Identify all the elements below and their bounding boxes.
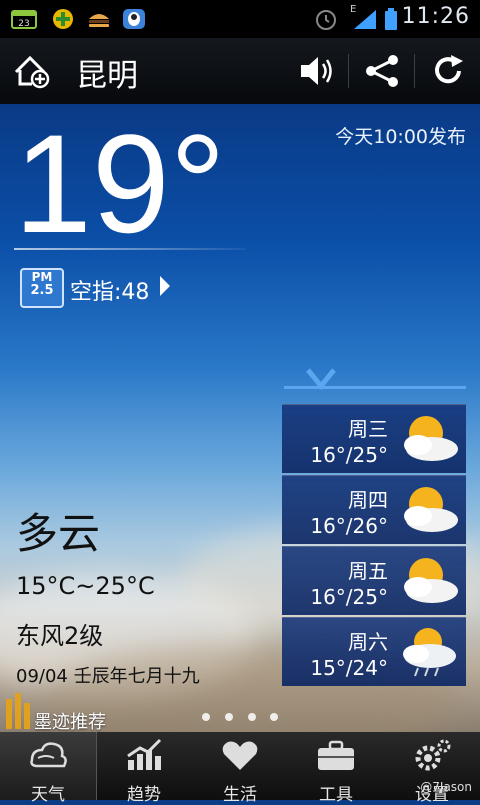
page-dot	[248, 713, 256, 721]
forecast-card[interactable]: 周四 16°/26°	[282, 475, 466, 544]
forecast-card[interactable]: 周五 16°/25°	[282, 546, 466, 615]
promo-label[interactable]: 墨迹推荐	[34, 708, 106, 732]
status-bar: 23 E 11:26	[0, 0, 480, 38]
air-quality-index[interactable]: 空指:48	[70, 274, 149, 306]
publish-time: 今天10:00发布	[335, 126, 466, 148]
header-divider	[348, 54, 349, 88]
burger-icon	[86, 8, 112, 30]
signal-icon	[352, 8, 378, 30]
nav-tools[interactable]: 工具	[288, 732, 384, 805]
nav-label: 生活	[223, 785, 257, 805]
pm-badge-top: PM	[31, 270, 53, 284]
refresh-icon[interactable]	[432, 54, 466, 88]
toolbox-icon	[316, 738, 356, 772]
weather-main: 19° 今天10:00发布 PM 2.5 空指:48 多云 15°C~25°C …	[0, 104, 480, 732]
forecast-day: 周五	[348, 559, 388, 583]
page-dot	[202, 713, 210, 721]
add-city-icon[interactable]	[12, 52, 52, 90]
nav-life[interactable]: 生活	[192, 732, 288, 805]
forecast-card[interactable]: 周三 16°/25°	[282, 404, 466, 473]
forecast-day: 周三	[348, 417, 388, 441]
share-icon[interactable]	[364, 54, 400, 88]
play-arrow-icon[interactable]	[160, 276, 170, 296]
volume-icon[interactable]	[298, 54, 338, 88]
forecast-day: 周四	[348, 488, 388, 512]
weather-condition: 多云	[16, 509, 101, 558]
forecast-range: 16°/25°	[310, 585, 388, 609]
promo-logo-icon	[4, 689, 34, 729]
battery-icon	[384, 8, 398, 30]
city-name[interactable]: 昆明	[76, 50, 138, 95]
pm25-icon[interactable]: PM 2.5	[20, 268, 64, 308]
partly-cloudy-icon	[396, 482, 460, 538]
divider	[14, 248, 246, 250]
temperature-range: 15°C~25°C	[16, 572, 155, 600]
nav-label: 天气	[31, 785, 65, 805]
page-dot	[270, 713, 278, 721]
header-divider	[414, 54, 415, 88]
chevron-down-icon[interactable]	[306, 366, 336, 398]
calendar-icon: 23	[10, 8, 38, 30]
wind-info: 东风2级	[16, 622, 104, 650]
app-icon	[50, 8, 76, 30]
partly-cloudy-icon	[396, 411, 460, 467]
forecast-card[interactable]: 周六 15°/24°	[282, 617, 466, 686]
cloudy-rain-icon	[396, 624, 460, 680]
watermark: @7Jason	[420, 780, 472, 794]
status-time: 11:26	[401, 4, 470, 29]
partly-cloudy-icon	[396, 553, 460, 609]
current-temperature: 19°	[14, 105, 226, 262]
app-header: 昆明	[0, 38, 480, 106]
forecast-day: 周六	[348, 630, 388, 654]
page-dot	[225, 713, 233, 721]
nav-label: 工具	[319, 785, 353, 805]
forecast-range: 16°/26°	[310, 514, 388, 538]
weather-cloud-icon	[28, 738, 68, 772]
forecast-range: 15°/24°	[310, 656, 388, 680]
alarm-icon	[314, 8, 338, 30]
trend-chart-icon	[124, 738, 164, 772]
svg-text:23: 23	[18, 19, 29, 29]
settings-gear-icon	[412, 738, 452, 772]
nav-label: 趋势	[127, 785, 161, 805]
nav-weather[interactable]: 天气	[0, 732, 97, 805]
pm-badge-bottom: 2.5	[30, 283, 54, 298]
nav-trend[interactable]: 趋势	[96, 732, 192, 805]
bottom-nav: 天气 趋势 生活 工具 设置	[0, 732, 480, 805]
qq-icon	[122, 8, 146, 30]
heart-icon	[220, 738, 260, 772]
forecast-range: 16°/25°	[310, 443, 388, 467]
